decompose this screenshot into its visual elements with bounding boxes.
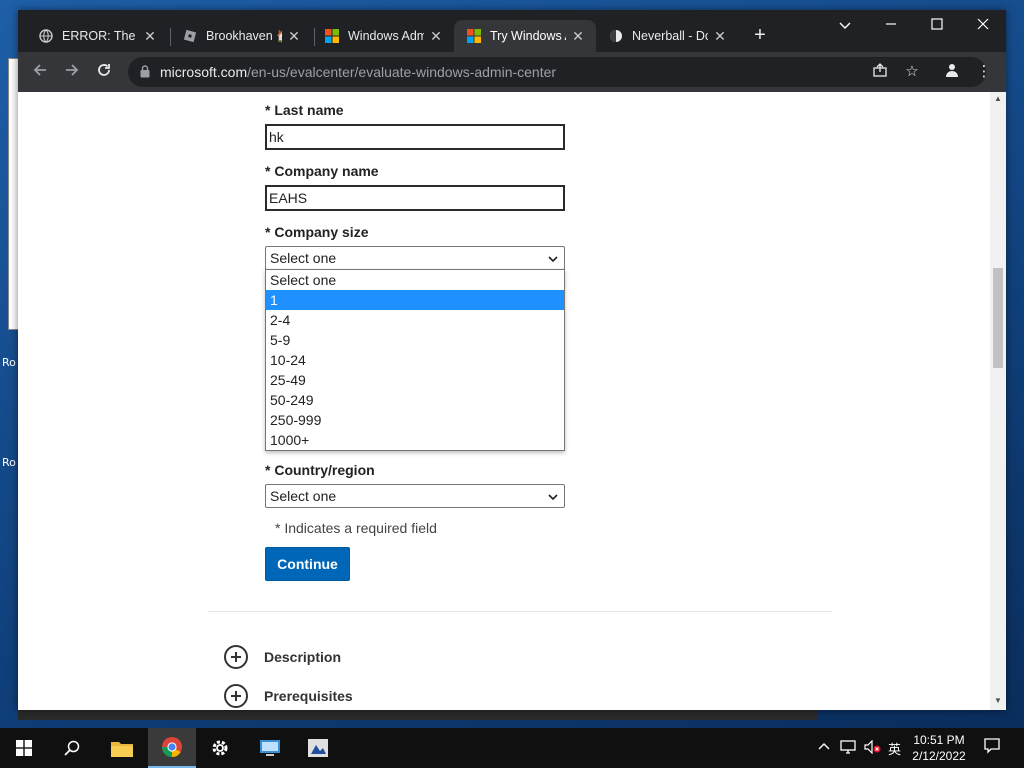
microsoft-logo-icon: [324, 28, 340, 44]
tab-neverball[interactable]: Neverball - Do ✕: [596, 20, 738, 52]
tab-title: Try Windows A: [490, 29, 566, 43]
close-tab-icon[interactable]: ✕: [142, 28, 158, 45]
tab-search-icon[interactable]: [822, 10, 868, 42]
continue-button[interactable]: Continue: [265, 547, 350, 581]
company-size-value: Select one: [270, 250, 337, 266]
maximize-icon[interactable]: [914, 10, 960, 42]
expand-plus-icon[interactable]: [224, 645, 248, 669]
company-size-option[interactable]: 50-249: [266, 390, 564, 410]
desktop-icon-label[interactable]: Ro: [2, 356, 16, 369]
company-size-label: * Company size: [265, 224, 369, 240]
company-size-option[interactable]: 2-4: [266, 310, 564, 330]
taskbar: 英 10:51 PM 2/12/2022: [0, 728, 1024, 768]
bookmark-star-icon[interactable]: ☆: [902, 62, 922, 82]
close-tab-icon[interactable]: ✕: [570, 28, 586, 45]
show-hidden-icons-icon[interactable]: [818, 740, 830, 755]
chevron-down-icon: [548, 251, 558, 263]
clock[interactable]: 10:51 PM 2/12/2022: [906, 732, 972, 764]
share-icon[interactable]: [870, 62, 890, 82]
browser-window: ERROR: The re ✕ Brookhaven 🏠 ✕ Windows A…: [18, 10, 1006, 710]
address-bar[interactable]: microsoft.com/en-us/evalcenter/evaluate-…: [128, 57, 992, 87]
url-host: microsoft.com: [160, 64, 248, 80]
input-method-indicator[interactable]: 英: [888, 739, 901, 758]
close-window-icon[interactable]: [960, 10, 1006, 42]
scrollbar-thumb[interactable]: [993, 268, 1003, 368]
country-region-value: Select one: [270, 488, 337, 504]
globe-icon: [38, 28, 54, 44]
accordion-label: Prerequisites: [264, 688, 353, 704]
country-region-label: * Country/region: [265, 462, 375, 478]
tab-brookhaven[interactable]: Brookhaven 🏠 ✕: [170, 20, 312, 52]
clock-date: 2/12/2022: [912, 749, 966, 763]
windows-start-icon[interactable]: [0, 728, 48, 768]
close-tab-icon[interactable]: ✕: [286, 28, 302, 45]
forward-icon[interactable]: [60, 60, 84, 84]
tab-error[interactable]: ERROR: The re ✕: [26, 20, 168, 52]
browser-toolbar: microsoft.com/en-us/evalcenter/evaluate-…: [18, 52, 1006, 92]
tab-title: Windows Adm: [348, 29, 424, 43]
admin-tools-icon[interactable]: [294, 728, 342, 768]
close-tab-icon[interactable]: ✕: [712, 28, 728, 45]
page-content: * Last name * Company name * Company siz…: [18, 92, 1006, 710]
vertical-scrollbar[interactable]: ▲ ▼: [990, 92, 1006, 710]
company-size-option[interactable]: 10-24: [266, 350, 564, 370]
company-size-dropdown: Select one 1 2-4 5-9 10-24 25-49 50-249 …: [265, 269, 565, 451]
microsoft-logo-icon: [466, 28, 482, 44]
tab-title: Neverball - Do: [632, 29, 708, 43]
last-name-input[interactable]: [265, 124, 565, 150]
profile-icon[interactable]: [942, 62, 962, 82]
company-size-option[interactable]: 5-9: [266, 330, 564, 350]
tab-title: Brookhaven 🏠: [206, 28, 282, 43]
company-size-select[interactable]: Select one: [265, 246, 565, 270]
roblox-icon: [182, 28, 198, 44]
company-size-option[interactable]: 25-49: [266, 370, 564, 390]
neverball-icon: [608, 28, 624, 44]
minimize-icon[interactable]: [868, 10, 914, 42]
company-size-option[interactable]: 250-999: [266, 410, 564, 430]
required-field-note: * Indicates a required field: [275, 520, 437, 536]
tab-try-windows-admin[interactable]: Try Windows A ✕: [454, 20, 596, 52]
notification-icon[interactable]: [984, 738, 1000, 758]
expand-plus-icon[interactable]: [224, 684, 248, 708]
accordion-description[interactable]: Description: [224, 645, 424, 671]
accordion-label: Description: [264, 649, 342, 665]
desktop-icon-label[interactable]: Ro: [2, 456, 16, 469]
tab-windows-admin[interactable]: Windows Adm ✕: [312, 20, 454, 52]
country-region-select[interactable]: Select one: [265, 484, 565, 508]
chrome-icon[interactable]: [148, 728, 196, 768]
url-text[interactable]: microsoft.com/en-us/evalcenter/evaluate-…: [160, 64, 556, 80]
kebab-menu-icon[interactable]: ⋮: [974, 62, 994, 82]
close-tab-icon[interactable]: ✕: [428, 28, 444, 45]
server-manager-icon[interactable]: [246, 728, 294, 768]
company-name-input[interactable]: [265, 185, 565, 211]
accordion-prerequisites[interactable]: Prerequisites: [224, 684, 424, 710]
tab-title: ERROR: The re: [62, 29, 138, 43]
company-size-option[interactable]: 1000+: [266, 430, 564, 450]
back-icon[interactable]: [28, 60, 52, 84]
tab-strip: ERROR: The re ✕ Brookhaven 🏠 ✕ Windows A…: [18, 10, 1006, 52]
new-tab-icon[interactable]: +: [748, 24, 772, 48]
section-divider: [208, 611, 832, 612]
settings-gear-icon[interactable]: [196, 728, 244, 768]
company-size-option-highlighted[interactable]: 1: [266, 290, 564, 310]
url-path: /en-us/evalcenter/evaluate-windows-admin…: [247, 64, 557, 80]
chevron-down-icon: [548, 489, 558, 501]
company-size-option[interactable]: Select one: [266, 270, 564, 290]
search-icon[interactable]: [48, 728, 96, 768]
scroll-down-arrow-icon[interactable]: ▼: [993, 696, 1003, 705]
volume-muted-icon[interactable]: [864, 739, 882, 758]
company-name-label: * Company name: [265, 163, 379, 179]
last-name-label: * Last name: [265, 102, 344, 118]
lock-icon[interactable]: [140, 65, 150, 78]
scroll-up-arrow-icon[interactable]: ▲: [993, 94, 1003, 103]
file-explorer-icon[interactable]: [98, 728, 146, 768]
clock-time: 10:51 PM: [913, 733, 965, 747]
network-icon[interactable]: [840, 740, 856, 758]
reload-icon[interactable]: [92, 60, 116, 84]
